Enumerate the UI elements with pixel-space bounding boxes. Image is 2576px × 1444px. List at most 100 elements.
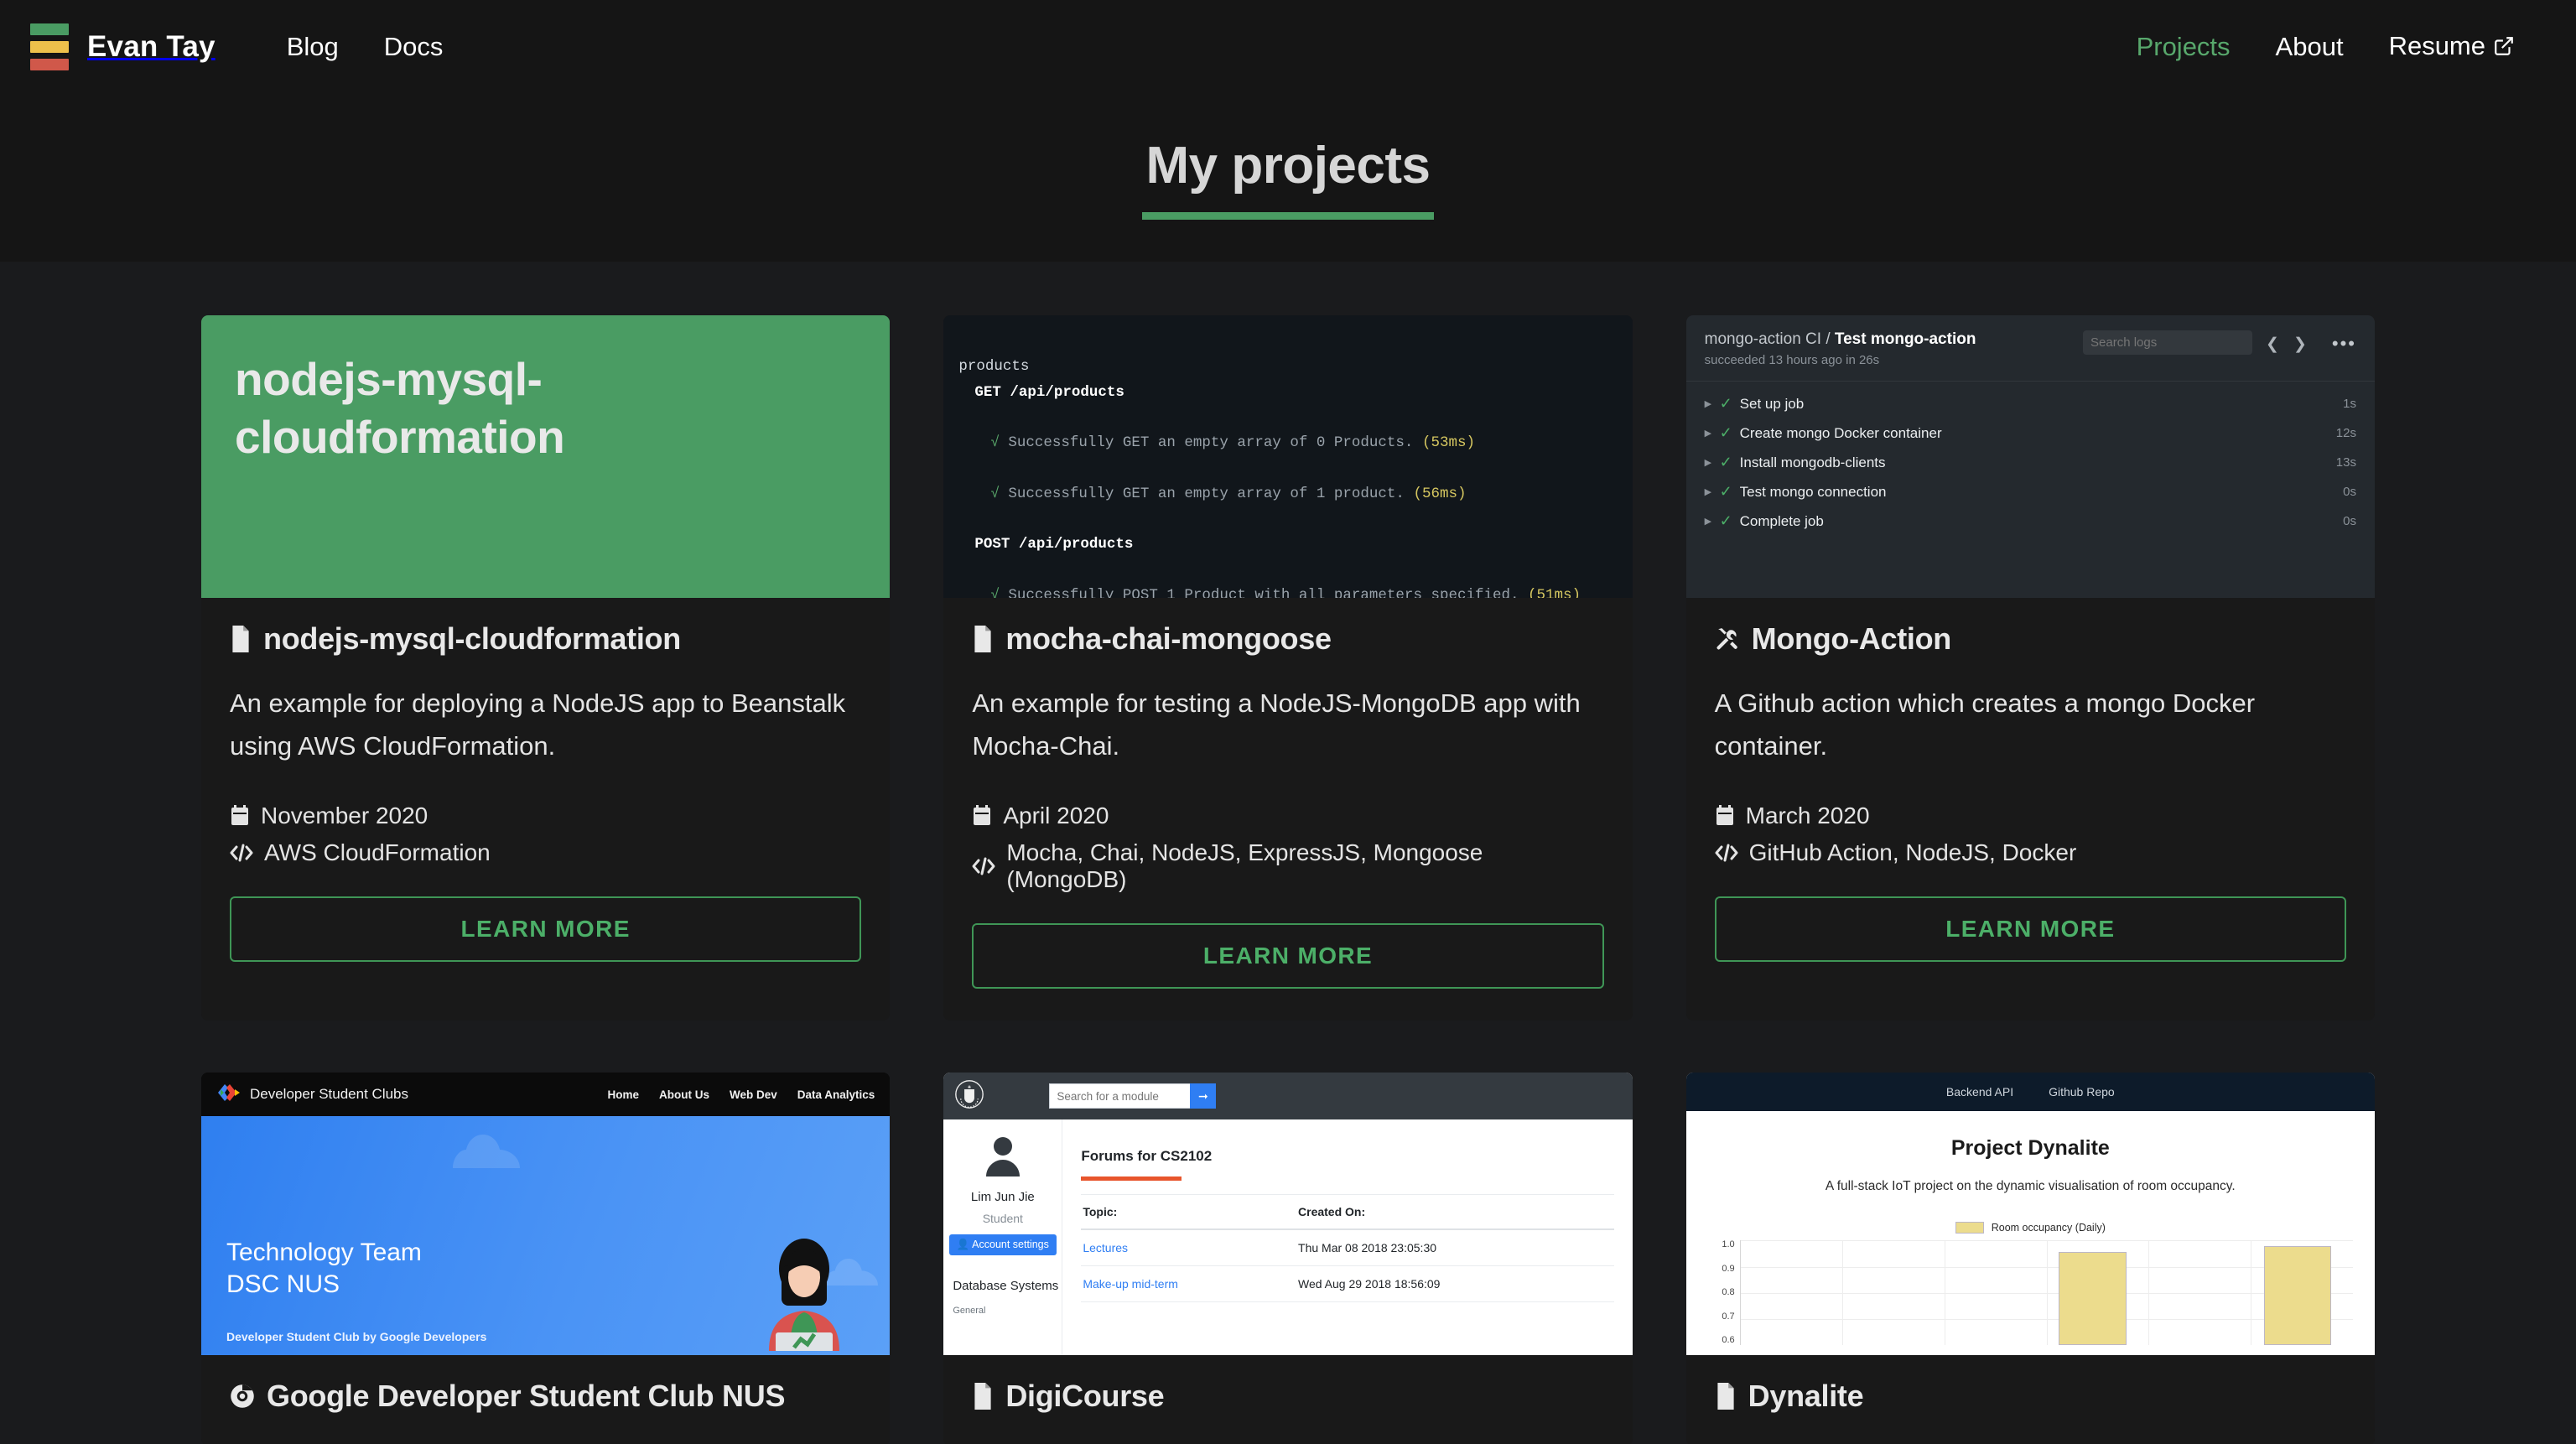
file-icon [1715,1383,1737,1410]
project-meta: March 2020 GitHub Action, NodeJS, Docker [1715,803,2346,866]
digi-forum-table: Topic: Created On: Lectures Thu Mar 08 2… [1081,1194,1613,1302]
check-icon: √ [990,587,1000,598]
thumbnail-title-text: nodejs-mysql-cloudformation [235,351,856,466]
nav-link-blog[interactable]: Blog [264,32,361,62]
gha-header: mongo-action CI / Test mongo-action succ… [1686,315,2375,382]
person-illustration [754,1234,854,1355]
dsc-nav-link-webdev[interactable]: Web Dev [730,1088,777,1101]
terminal-group: POST /api/products [958,532,1617,557]
digi-account-settings-label: Account settings [972,1239,1049,1250]
project-card-body: Mongo-Action A Github action which creat… [1686,598,2375,994]
nav-link-about[interactable]: About [2253,32,2366,62]
gha-search-logs-input[interactable] [2083,330,2252,355]
gha-step-name: Test mongo connection [1740,484,1887,501]
check-icon: ✓ [1720,424,1740,442]
project-card-body: Google Developer Student Club NUS [201,1355,890,1444]
y-tick: 0.6 [1708,1336,1735,1345]
digi-search-input[interactable] [1049,1083,1190,1109]
gha-step[interactable]: ▶✓Create mongo Docker container12s [1686,418,2375,448]
nav-link-projects[interactable]: Projects [2114,32,2253,62]
project-card-body: nodejs-mysql-cloudformation An example f… [201,598,890,994]
project-card[interactable]: Backend API Github Repo Project Dynalite… [1686,1073,2375,1444]
caret-right-icon: ▶ [1705,486,1720,497]
table-header-row: Topic: Created On: [1081,1195,1613,1230]
project-date: March 2020 [1715,803,2346,829]
thumbnail-green-panel: nodejs-mysql-cloudformation [201,315,890,598]
project-card-body: DigiCourse [943,1355,1632,1444]
digi-search-submit-button[interactable]: ➞ [1190,1083,1216,1109]
thumbnail-digicourse-site: ➞ Lim Jun Jie Student 👤 Account settings… [943,1073,1632,1355]
gha-step[interactable]: ▶✓Install mongodb-clients13s [1686,448,2375,477]
gha-nav-group: ❮ ❯ ••• [2266,330,2356,355]
project-card[interactable]: nodejs-mysql-cloudformation nodejs-mysql… [201,315,890,1021]
gha-step-name: Create mongo Docker container [1740,425,1942,442]
project-card[interactable]: Developer Student Clubs Home About Us We… [201,1073,890,1444]
digi-created-cell: Thu Mar 08 2018 23:05:30 [1296,1229,1614,1266]
kebab-icon[interactable]: ••• [2332,333,2356,355]
gha-step-name: Complete job [1740,513,1824,530]
chevron-right-icon[interactable]: ❯ [2293,335,2307,354]
project-date: April 2020 [972,803,1603,829]
project-description: A Github action which creates a mongo Do… [1715,682,2346,767]
brand-home-link[interactable]: Evan Tay [30,23,216,70]
nav-link-resume[interactable]: Resume [2366,31,2537,64]
gha-step[interactable]: ▶✓Complete job0s [1686,506,2375,536]
learn-more-button[interactable]: LEARN MORE [1715,896,2346,962]
terminal-group-method: POST [974,536,1010,553]
dyn-subtext: A full-stack IoT project on the dynamic … [1686,1179,2375,1194]
chart-plot-area [1740,1240,2353,1345]
dsc-nav-link-home[interactable]: Home [607,1088,639,1101]
dsc-nav-link-analytics[interactable]: Data Analytics [797,1088,875,1101]
project-thumbnail: products GET /api/products √ Successfull… [943,315,1632,598]
chrome-icon [230,1384,255,1409]
project-thumbnail: mongo-action CI / Test mongo-action succ… [1686,315,2375,598]
project-card-body: Dynalite [1686,1355,2375,1444]
dsc-brand-text: Developer Student Clubs [250,1086,408,1103]
check-icon: ✓ [1720,454,1740,471]
project-card-body: mocha-chai-mongoose An example for testi… [943,598,1632,1021]
project-card[interactable]: mongo-action CI / Test mongo-action succ… [1686,315,2375,1021]
gha-step[interactable]: ▶✓Set up job1s [1686,389,2375,418]
terminal-group: GET /api/products [958,380,1617,405]
project-title: DigiCourse [972,1379,1603,1414]
project-card[interactable]: ➞ Lim Jun Jie Student 👤 Account settings… [943,1073,1632,1444]
digi-navbar: ➞ [943,1073,1632,1119]
occupancy-bar-chart: 1.0 0.9 0.8 0.7 0.6 [1708,1240,2353,1345]
chart-bar [2059,1252,2126,1345]
dyn-navbar: Backend API Github Repo [1686,1073,2375,1111]
dsc-subtext: Developer Student Club by Google Develop… [226,1330,486,1343]
check-icon: ✓ [1720,512,1740,530]
learn-more-button[interactable]: LEARN MORE [230,896,861,962]
project-date-text: March 2020 [1746,803,1870,829]
digi-topic-link[interactable]: Lectures [1083,1241,1128,1254]
project-thumbnail: nodejs-mysql-cloudformation [201,315,890,598]
chevron-left-icon[interactable]: ❮ [2266,335,2279,354]
terminal-group-method: GET [974,384,1001,401]
project-tech-text: AWS CloudFormation [264,839,491,866]
project-title-text: Google Developer Student Club NUS [267,1379,785,1414]
digi-account-settings-button[interactable]: 👤 Account settings [949,1234,1057,1255]
dyn-nav-link-github-repo[interactable]: Github Repo [2049,1085,2115,1099]
check-icon: ✓ [1720,483,1740,501]
digi-course-section: General [943,1306,985,1316]
digi-forum-underline [1081,1176,1182,1181]
dyn-nav-link-backend-api[interactable]: Backend API [1946,1085,2013,1099]
project-card[interactable]: products GET /api/products √ Successfull… [943,315,1632,1021]
tools-icon [1715,626,1740,652]
gha-step-list: ▶✓Set up job1s ▶✓Create mongo Docker con… [1686,382,2375,536]
nav-left-group: Blog Docs [264,32,466,62]
dsc-nav-link-about[interactable]: About Us [659,1088,709,1101]
project-meta: November 2020 AWS CloudFormation [230,803,861,866]
code-icon [230,844,253,862]
gha-step[interactable]: ▶✓Test mongo connection0s [1686,477,2375,506]
terminal-case-text: Successfully GET an empty array of 1 pro… [1008,486,1405,502]
y-tick: 1.0 [1708,1240,1735,1249]
learn-more-button[interactable]: LEARN MORE [972,923,1603,989]
nav-right-group: Projects About Resume [2114,31,2537,64]
nav-link-docs[interactable]: Docs [361,32,466,62]
project-thumbnail: Developer Student Clubs Home About Us We… [201,1073,890,1355]
digi-content: Forums for CS2102 Topic: Created On: Lec… [1062,1119,1632,1355]
digi-topic-link[interactable]: Make-up mid-term [1083,1277,1178,1291]
file-icon [972,626,994,652]
check-icon: √ [990,434,1000,451]
